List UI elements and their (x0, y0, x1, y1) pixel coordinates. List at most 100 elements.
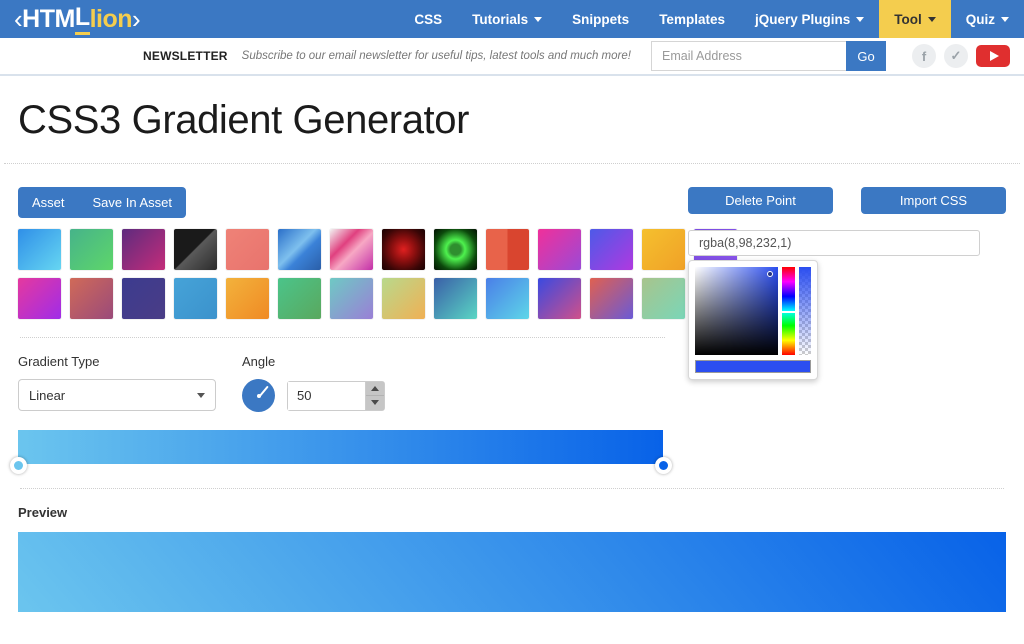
preset-swatch[interactable] (122, 278, 165, 319)
nav-item-tool[interactable]: Tool (879, 0, 951, 38)
preset-swatch[interactable] (70, 229, 113, 270)
gradient-type-value: Linear (29, 387, 66, 403)
email-input[interactable] (651, 41, 846, 71)
preset-swatch[interactable] (18, 229, 61, 270)
preset-swatch[interactable] (642, 229, 685, 270)
angle-increment-button[interactable] (366, 381, 384, 396)
nav-item-label: Quiz (965, 11, 995, 27)
newsletter-title: NEWSLETTER (143, 49, 228, 63)
nav-item-snippets[interactable]: Snippets (557, 0, 644, 38)
angle-stepper (287, 380, 385, 411)
logo-lion-text: lion (89, 4, 133, 33)
angle-dial[interactable] (242, 379, 275, 412)
logo-underlined-letter: L (74, 3, 90, 35)
color-picker[interactable] (688, 260, 818, 380)
preset-swatch[interactable] (330, 278, 373, 319)
play-triangle-icon (989, 51, 999, 61)
gradient-stop-handle-start[interactable] (9, 457, 27, 474)
gradient-stop-strip[interactable] (9, 430, 672, 474)
preset-swatch[interactable] (18, 278, 61, 319)
angle-controls (242, 379, 385, 412)
page-title: CSS3 Gradient Generator (18, 98, 470, 142)
angle-control: Angle (242, 354, 385, 412)
color-picker-top (695, 267, 811, 355)
preset-swatch[interactable] (486, 229, 529, 270)
caret-down-icon (371, 400, 379, 406)
gradient-type-select[interactable]: Linear (18, 379, 216, 411)
preset-swatch[interactable] (278, 278, 321, 319)
preset-swatch[interactable] (174, 229, 217, 270)
color-value-input[interactable] (688, 230, 980, 256)
stop-color-dot (13, 461, 23, 470)
preset-swatch[interactable] (122, 229, 165, 270)
chevron-down-icon (534, 16, 543, 22)
chevron-down-icon (927, 16, 936, 22)
nav-item-label: Snippets (572, 11, 630, 27)
preset-swatch[interactable] (590, 229, 633, 270)
nav-item-quiz[interactable]: Quiz (951, 0, 1024, 38)
chevron-down-icon (197, 392, 205, 398)
caret-up-icon (371, 385, 379, 391)
gradient-type-label: Gradient Type (18, 354, 100, 369)
nav-item-templates[interactable]: Templates (644, 0, 740, 38)
section-divider (20, 337, 665, 338)
asset-button[interactable]: Asset (18, 187, 79, 218)
import-css-button[interactable]: Import CSS (861, 187, 1006, 214)
angle-input[interactable] (288, 381, 365, 410)
alpha-slider[interactable] (798, 267, 811, 355)
preset-swatch[interactable] (434, 278, 477, 319)
top-navigation-bar: ‹ HTM Llion › CSS Tutorials Snippets Templa… (0, 0, 1024, 38)
nav-item-label: jQuery Plugins (754, 11, 851, 27)
preset-swatch[interactable] (538, 278, 581, 319)
preset-swatch[interactable] (382, 229, 425, 270)
nav-item-css[interactable]: CSS (399, 0, 457, 38)
hue-slider[interactable] (781, 267, 796, 355)
preset-swatch[interactable] (70, 278, 113, 319)
logo-bracket-left: ‹ (14, 3, 23, 34)
chevron-down-icon (856, 16, 865, 22)
save-in-asset-button[interactable]: Save In Asset (78, 187, 187, 218)
gradient-type-control: Gradient Type Linear (18, 354, 216, 412)
preset-swatch[interactable] (590, 278, 633, 319)
preview-label: Preview (18, 505, 68, 520)
gradient-preview (18, 532, 1006, 612)
newsletter-go-button[interactable]: Go (846, 41, 886, 71)
delete-point-button[interactable]: Delete Point (688, 187, 833, 214)
angle-label: Angle (242, 354, 276, 369)
angle-stepper-buttons (365, 381, 384, 410)
preset-swatch[interactable] (382, 278, 425, 319)
hue-marker-icon (781, 311, 796, 313)
gradient-strip-bar[interactable] (18, 430, 663, 464)
preview-divider (20, 488, 1004, 489)
right-panel: Delete Point Import CSS (688, 164, 1006, 380)
right-panel-buttons: Delete Point Import CSS (688, 187, 1006, 214)
gradient-stop-handle-end[interactable] (654, 457, 672, 474)
preset-swatch[interactable] (538, 229, 581, 270)
preset-swatch[interactable] (278, 229, 321, 270)
angle-hub-icon (256, 393, 261, 398)
nav-item-label: Templates (659, 11, 725, 27)
nav-items: CSS Tutorials Snippets Templates jQuery … (399, 0, 1024, 38)
social-links: f ✓ (912, 44, 1010, 68)
preset-swatch[interactable] (174, 278, 217, 319)
nav-item-jquery-plugins[interactable]: jQuery Plugins (740, 0, 879, 38)
newsletter-form: Go (651, 41, 886, 71)
angle-decrement-button[interactable] (366, 396, 384, 410)
twitter-icon[interactable]: ✓ (944, 44, 968, 68)
preset-swatch[interactable] (330, 229, 373, 270)
preset-swatch[interactable] (486, 278, 529, 319)
newsletter-subtitle: Subscribe to our email newsletter for us… (241, 50, 631, 62)
preset-swatch[interactable] (226, 229, 269, 270)
preset-swatch[interactable] (434, 229, 477, 270)
preset-swatch[interactable] (226, 278, 269, 319)
youtube-icon[interactable] (976, 45, 1010, 67)
color-picker-preview (695, 360, 811, 373)
chevron-down-icon (1001, 16, 1009, 22)
preset-swatch[interactable] (642, 278, 685, 319)
saturation-value-area[interactable] (695, 267, 779, 355)
facebook-icon[interactable]: f (912, 44, 936, 68)
site-logo[interactable]: ‹ HTM Llion › (0, 0, 154, 38)
asset-button-group: Asset Save In Asset (18, 187, 187, 218)
nav-item-label: Tutorials (472, 11, 529, 27)
nav-item-tutorials[interactable]: Tutorials (457, 0, 557, 38)
